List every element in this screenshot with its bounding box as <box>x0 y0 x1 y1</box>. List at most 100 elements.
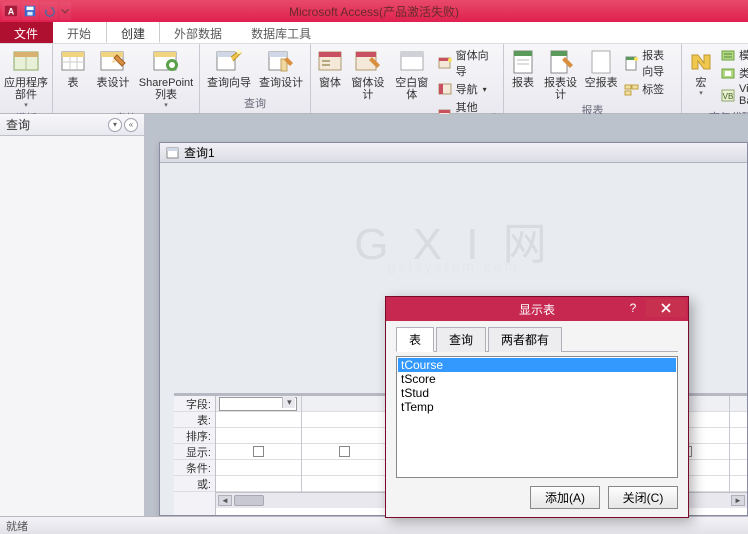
labels-icon <box>624 82 639 97</box>
blank-form-button[interactable]: 空白窗体 <box>391 46 433 101</box>
query-wizard-icon <box>214 48 244 76</box>
query-window-icon <box>166 146 180 160</box>
ribbon-group-macros: 宏 ▾ 模块 类模块 VBVisual Basic 宏与代码 <box>682 44 748 113</box>
dialog-title: 显示表 <box>519 301 555 318</box>
app-title: Microsoft Access(产品激活失败) <box>289 3 459 20</box>
query-wizard-button[interactable]: 查询向导 <box>204 46 254 89</box>
add-button[interactable]: 添加(A) <box>530 486 600 509</box>
field-combo[interactable] <box>219 397 297 411</box>
status-bar: 就绪 <box>0 516 748 534</box>
dialog-tab-both[interactable]: 两者都有 <box>488 327 562 352</box>
report-wizard-icon <box>624 56 639 71</box>
tab-home[interactable]: 开始 <box>53 22 106 43</box>
ribbon: 应用程序 部件 ▾ 模板 表 表设计 SharePoint 列表 ▾ 表格 <box>0 44 748 114</box>
form-button[interactable]: 窗体 <box>315 46 345 89</box>
form-wizard-button[interactable]: 窗体向导 <box>435 46 499 80</box>
show-checkbox[interactable] <box>253 446 264 457</box>
query-design-button[interactable]: 查询设计 <box>256 46 306 89</box>
sharepoint-lists-button[interactable]: SharePoint 列表 ▾ <box>137 46 195 109</box>
visual-basic-icon: VB <box>721 88 736 103</box>
navigation-icon <box>438 82 453 97</box>
report-design-icon <box>546 48 576 76</box>
navigation-pane[interactable]: 查询 ▾ « <box>0 114 145 516</box>
form-design-icon <box>353 48 383 76</box>
dialog-table-list[interactable]: tCourse tScore tStud tTemp <box>396 356 678 478</box>
dialog-titlebar[interactable]: 显示表 ? <box>386 297 688 321</box>
scroll-thumb[interactable] <box>234 495 264 506</box>
design-grid-column[interactable] <box>302 396 388 492</box>
quick-access-toolbar: A <box>0 2 71 20</box>
navigation-pane-header[interactable]: 查询 ▾ « <box>0 114 144 136</box>
class-module-icon <box>721 66 736 81</box>
class-module-button[interactable]: 类模块 <box>718 64 748 82</box>
labels-button[interactable]: 标签 <box>621 80 677 98</box>
ribbon-group-tables: 表 表设计 SharePoint 列表 ▾ 表格 <box>53 44 200 113</box>
ribbon-group-templates: 应用程序 部件 ▾ 模板 <box>0 44 53 113</box>
close-button[interactable]: 关闭(C) <box>608 486 678 509</box>
application-parts-icon <box>11 48 41 76</box>
table-design-icon <box>98 48 128 76</box>
blank-report-button[interactable]: 空报表 <box>583 46 619 89</box>
show-table-dialog: 显示表 ? 表 查询 两者都有 tCourse tScore tStud tTe… <box>385 296 689 518</box>
sharepoint-icon <box>151 48 181 76</box>
save-icon[interactable] <box>21 2 39 20</box>
application-parts-button[interactable]: 应用程序 部件 ▾ <box>4 46 48 109</box>
dialog-tab-queries[interactable]: 查询 <box>436 327 486 352</box>
report-wizard-button[interactable]: 报表向导 <box>621 46 677 80</box>
list-item[interactable]: tScore <box>398 372 676 386</box>
design-grid-column[interactable] <box>730 396 747 492</box>
macro-button[interactable]: 宏 ▾ <box>686 46 716 97</box>
ribbon-group-reports: 报表 报表设计 空报表 报表向导 标签 报表 <box>504 44 682 113</box>
report-button[interactable]: 报表 <box>508 46 538 89</box>
form-design-button[interactable]: 窗体设计 <box>347 46 389 101</box>
table-design-button[interactable]: 表设计 <box>91 46 135 89</box>
form-wizard-icon <box>438 56 453 71</box>
subwindow-titlebar[interactable]: 查询1 <box>160 143 747 163</box>
access-app-icon[interactable]: A <box>2 2 20 20</box>
dialog-help-button[interactable]: ? <box>622 299 644 317</box>
navigation-pane-title: 查询 <box>6 116 30 133</box>
design-grid-row-labels: 字段: 表: 排序: 显示: 条件: 或: <box>174 396 216 515</box>
svg-text:A: A <box>8 7 15 17</box>
chevron-down-icon: ▾ <box>164 101 168 109</box>
qat-customize-icon[interactable] <box>59 2 71 20</box>
dialog-close-button[interactable] <box>646 299 686 317</box>
svg-text:VB: VB <box>723 92 734 101</box>
visual-basic-button[interactable]: VBVisual Basic <box>718 82 748 108</box>
chevron-down-icon: ▾ <box>699 89 703 97</box>
nav-dropdown-icon[interactable]: ▾ <box>108 118 122 132</box>
ribbon-group-forms: 窗体 窗体设计 空白窗体 窗体向导 导航▾ 其他窗体▾ 窗体 <box>311 44 504 113</box>
ribbon-group-queries: 查询向导 查询设计 查询 <box>200 44 311 113</box>
report-icon <box>508 48 538 76</box>
form-icon <box>315 48 345 76</box>
tab-database-tools[interactable]: 数据库工具 <box>237 22 326 43</box>
tab-external-data[interactable]: 外部数据 <box>160 22 237 43</box>
blank-report-icon <box>586 48 616 76</box>
status-text: 就绪 <box>6 518 28 534</box>
watermark-subtext: gxlsystem.com <box>388 258 520 274</box>
dialog-tab-tables[interactable]: 表 <box>396 327 434 352</box>
list-item[interactable]: tTemp <box>398 400 676 414</box>
chevron-down-icon: ▾ <box>24 101 28 109</box>
scroll-right-icon[interactable]: ► <box>731 495 745 506</box>
list-item[interactable]: tStud <box>398 386 676 400</box>
ribbon-tabstrip: 文件 开始 创建 外部数据 数据库工具 <box>0 22 748 44</box>
navigation-button[interactable]: 导航▾ <box>435 80 499 98</box>
list-item[interactable]: tCourse <box>398 358 676 372</box>
undo-icon[interactable] <box>40 2 58 20</box>
dialog-tabs: 表 查询 两者都有 <box>396 327 678 352</box>
module-button[interactable]: 模块 <box>718 46 748 64</box>
show-checkbox[interactable] <box>339 446 350 457</box>
close-icon <box>661 303 671 313</box>
report-design-button[interactable]: 报表设计 <box>540 46 581 101</box>
subwindow-title: 查询1 <box>184 144 215 161</box>
tab-create[interactable]: 创建 <box>106 21 160 43</box>
nav-collapse-icon[interactable]: « <box>124 118 138 132</box>
table-button[interactable]: 表 <box>57 46 89 89</box>
module-icon <box>721 48 736 63</box>
tab-file[interactable]: 文件 <box>0 22 53 43</box>
macro-icon <box>686 48 716 76</box>
scroll-left-icon[interactable]: ◄ <box>218 495 232 506</box>
title-bar: A Microsoft Access(产品激活失败) <box>0 0 748 22</box>
design-grid-column[interactable] <box>216 396 302 492</box>
